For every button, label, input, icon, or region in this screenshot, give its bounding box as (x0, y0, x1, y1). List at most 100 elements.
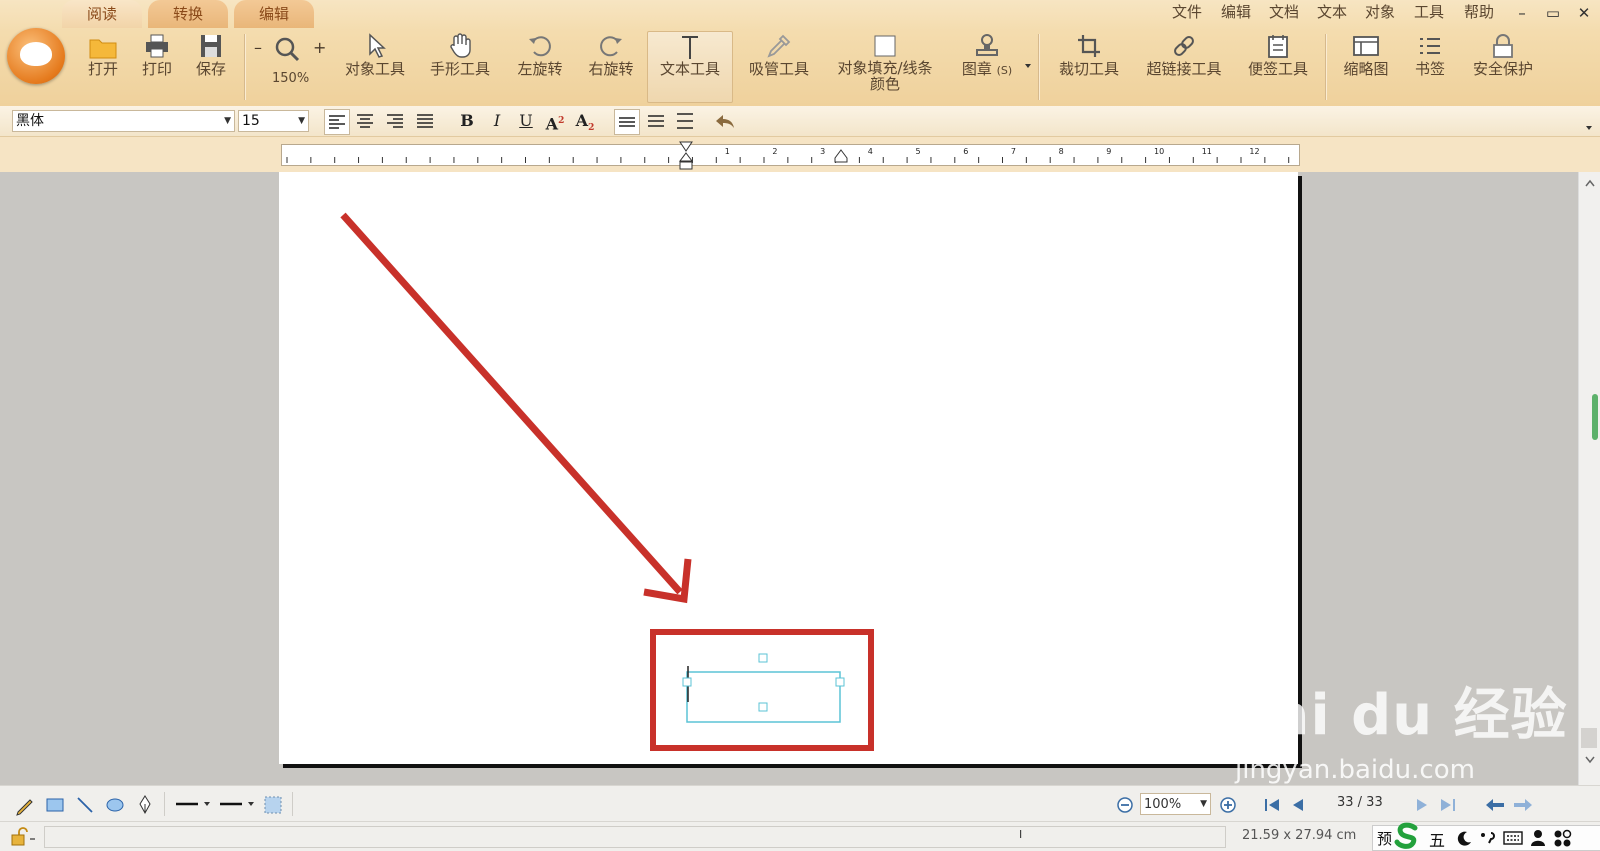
align-center-icon[interactable] (353, 109, 377, 133)
stamp-button[interactable]: 图章 (S) (956, 32, 1018, 80)
moon-icon[interactable] (1455, 830, 1473, 846)
watermark-url: jingyan.baidu.com (1235, 755, 1475, 785)
menu-document[interactable]: 文档 (1269, 0, 1299, 24)
tab-edit[interactable]: 编辑 (234, 0, 314, 28)
hand-tool-button[interactable]: 手形工具 (425, 32, 495, 78)
superscript-button[interactable]: A2 (543, 109, 567, 133)
indent-marker-icon[interactable] (679, 141, 693, 171)
resize-handle-right[interactable] (835, 677, 845, 687)
rotate-left-button[interactable]: 左旋转 (510, 32, 570, 78)
save-button[interactable]: 保存 (192, 32, 230, 78)
scroll-up-icon[interactable] (1584, 178, 1596, 188)
scroll-thumb[interactable] (1592, 394, 1598, 440)
line-width-icon[interactable] (218, 796, 258, 812)
menu-file[interactable]: 文件 (1172, 0, 1202, 24)
text-tool-button[interactable]: 文本工具 (647, 31, 733, 103)
underline-button[interactable]: U (514, 109, 538, 133)
right-margin-marker-icon[interactable] (834, 149, 848, 163)
punctuation-icon[interactable] (1479, 830, 1497, 846)
resize-handle-left[interactable] (682, 677, 692, 687)
keyboard-icon[interactable] (1503, 831, 1523, 845)
line-icon[interactable] (74, 794, 96, 816)
forward-arrow-icon[interactable] (1512, 796, 1534, 814)
align-left-icon[interactable] (324, 109, 350, 135)
security-button[interactable]: 安全保护 (1468, 32, 1538, 78)
page-indicator[interactable]: 33 / 33 (1337, 795, 1383, 810)
ime-label: 预 (1377, 830, 1393, 848)
maximize-button[interactable]: ▭ (1541, 1, 1565, 25)
tab-convert[interactable]: 转换 (148, 0, 228, 28)
chevron-down-icon: ▼ (298, 116, 305, 126)
resize-handle-bottom[interactable] (758, 702, 768, 712)
text-t-icon (682, 36, 698, 59)
zoom-out-button[interactable]: – (254, 38, 262, 57)
shadow-box-icon[interactable] (262, 794, 284, 816)
subscript-button[interactable]: A2 (573, 109, 597, 133)
object-tool-button[interactable]: 对象工具 (340, 32, 410, 78)
line-spacing-double-icon[interactable] (673, 109, 697, 133)
zoom-in-circle-icon[interactable] (1219, 796, 1237, 814)
ruler-bar: 1 2 3 4 5 6 7 8 9 10 11 12 (0, 137, 1600, 172)
note-tool-button[interactable]: 便签工具 (1243, 32, 1313, 78)
font-size-select[interactable]: 15 ▼ (238, 110, 309, 132)
previous-page-icon[interactable] (1288, 796, 1308, 814)
scroll-down-icon[interactable] (1584, 755, 1596, 765)
rotate-right-button[interactable]: 右旋转 (581, 32, 641, 78)
stamp-dropdown-icon[interactable] (1024, 62, 1032, 70)
pencil-icon[interactable] (14, 794, 36, 816)
next-page-icon[interactable] (1412, 796, 1432, 814)
font-select[interactable]: 黑体 ▼ (12, 110, 235, 132)
zoom-out-circle-icon[interactable] (1116, 796, 1134, 814)
fill-color-button[interactable]: 对象填充/线条 颜色 (830, 32, 940, 92)
tab-read[interactable]: 阅读 (62, 0, 142, 28)
minimize-button[interactable]: – (1510, 1, 1534, 25)
menu-help[interactable]: 帮助 (1464, 0, 1494, 24)
grid-apps-icon[interactable] (1553, 829, 1573, 847)
user-icon[interactable] (1529, 829, 1547, 847)
line-spacing-medium-icon[interactable] (644, 109, 668, 133)
menu-tools[interactable]: 工具 (1414, 0, 1444, 24)
vertical-scrollbar[interactable] (1578, 172, 1600, 785)
separator (292, 792, 293, 816)
menu-object[interactable]: 对象 (1365, 0, 1395, 24)
thumbnail-button[interactable]: 缩略图 (1338, 32, 1394, 78)
align-right-icon[interactable] (383, 109, 407, 133)
zoom-select[interactable]: 100% ▼ (1140, 793, 1211, 815)
bold-button[interactable]: B (455, 109, 479, 133)
cursor-arrow-icon (369, 33, 386, 58)
last-page-icon[interactable] (1438, 796, 1458, 814)
sogou-s-icon[interactable] (1393, 820, 1423, 850)
ruler-label: 4 (868, 147, 873, 156)
text-box-frame[interactable] (686, 671, 841, 723)
menu-text[interactable]: 文本 (1317, 0, 1347, 24)
document-canvas[interactable]: Bai du 经验 jingyan.baidu.com (0, 172, 1578, 785)
open-button[interactable]: 打开 (84, 32, 122, 78)
rectangle-icon[interactable] (44, 794, 66, 816)
horizontal-ruler[interactable]: 1 2 3 4 5 6 7 8 9 10 11 12 (281, 144, 1300, 166)
ruler-label: 9 (1106, 147, 1111, 156)
menu-edit[interactable]: 编辑 (1221, 0, 1251, 24)
format-more-icon[interactable] (1585, 124, 1593, 132)
line-spacing-single-icon[interactable] (614, 109, 640, 135)
resize-handle-top[interactable] (758, 653, 768, 663)
print-button[interactable]: 打印 (138, 32, 176, 78)
italic-button[interactable]: I (485, 109, 509, 133)
line-style-icon[interactable] (174, 796, 214, 812)
back-arrow-icon[interactable] (1484, 796, 1506, 814)
ruler-label: 11 (1202, 147, 1212, 156)
close-button[interactable]: ✕ (1572, 1, 1596, 25)
bookmark-button[interactable]: 书签 (1408, 32, 1452, 78)
first-page-icon[interactable] (1262, 796, 1282, 814)
hyperlink-tool-button[interactable]: 超链接工具 (1140, 32, 1228, 78)
ellipse-icon[interactable] (104, 794, 126, 816)
app-logo[interactable] (7, 28, 65, 84)
unlock-icon[interactable] (8, 827, 38, 847)
magnifier-icon[interactable] (274, 36, 300, 62)
eyedropper-button[interactable]: 吸管工具 (744, 32, 814, 78)
crop-tool-button[interactable]: 裁切工具 (1054, 32, 1124, 78)
align-justify-icon[interactable] (413, 109, 437, 133)
zoom-in-button[interactable]: + (313, 38, 326, 57)
undo-icon[interactable] (713, 109, 737, 133)
ime-mode[interactable]: 五 (1429, 827, 1445, 851)
pen-nib-icon[interactable] (134, 794, 156, 816)
